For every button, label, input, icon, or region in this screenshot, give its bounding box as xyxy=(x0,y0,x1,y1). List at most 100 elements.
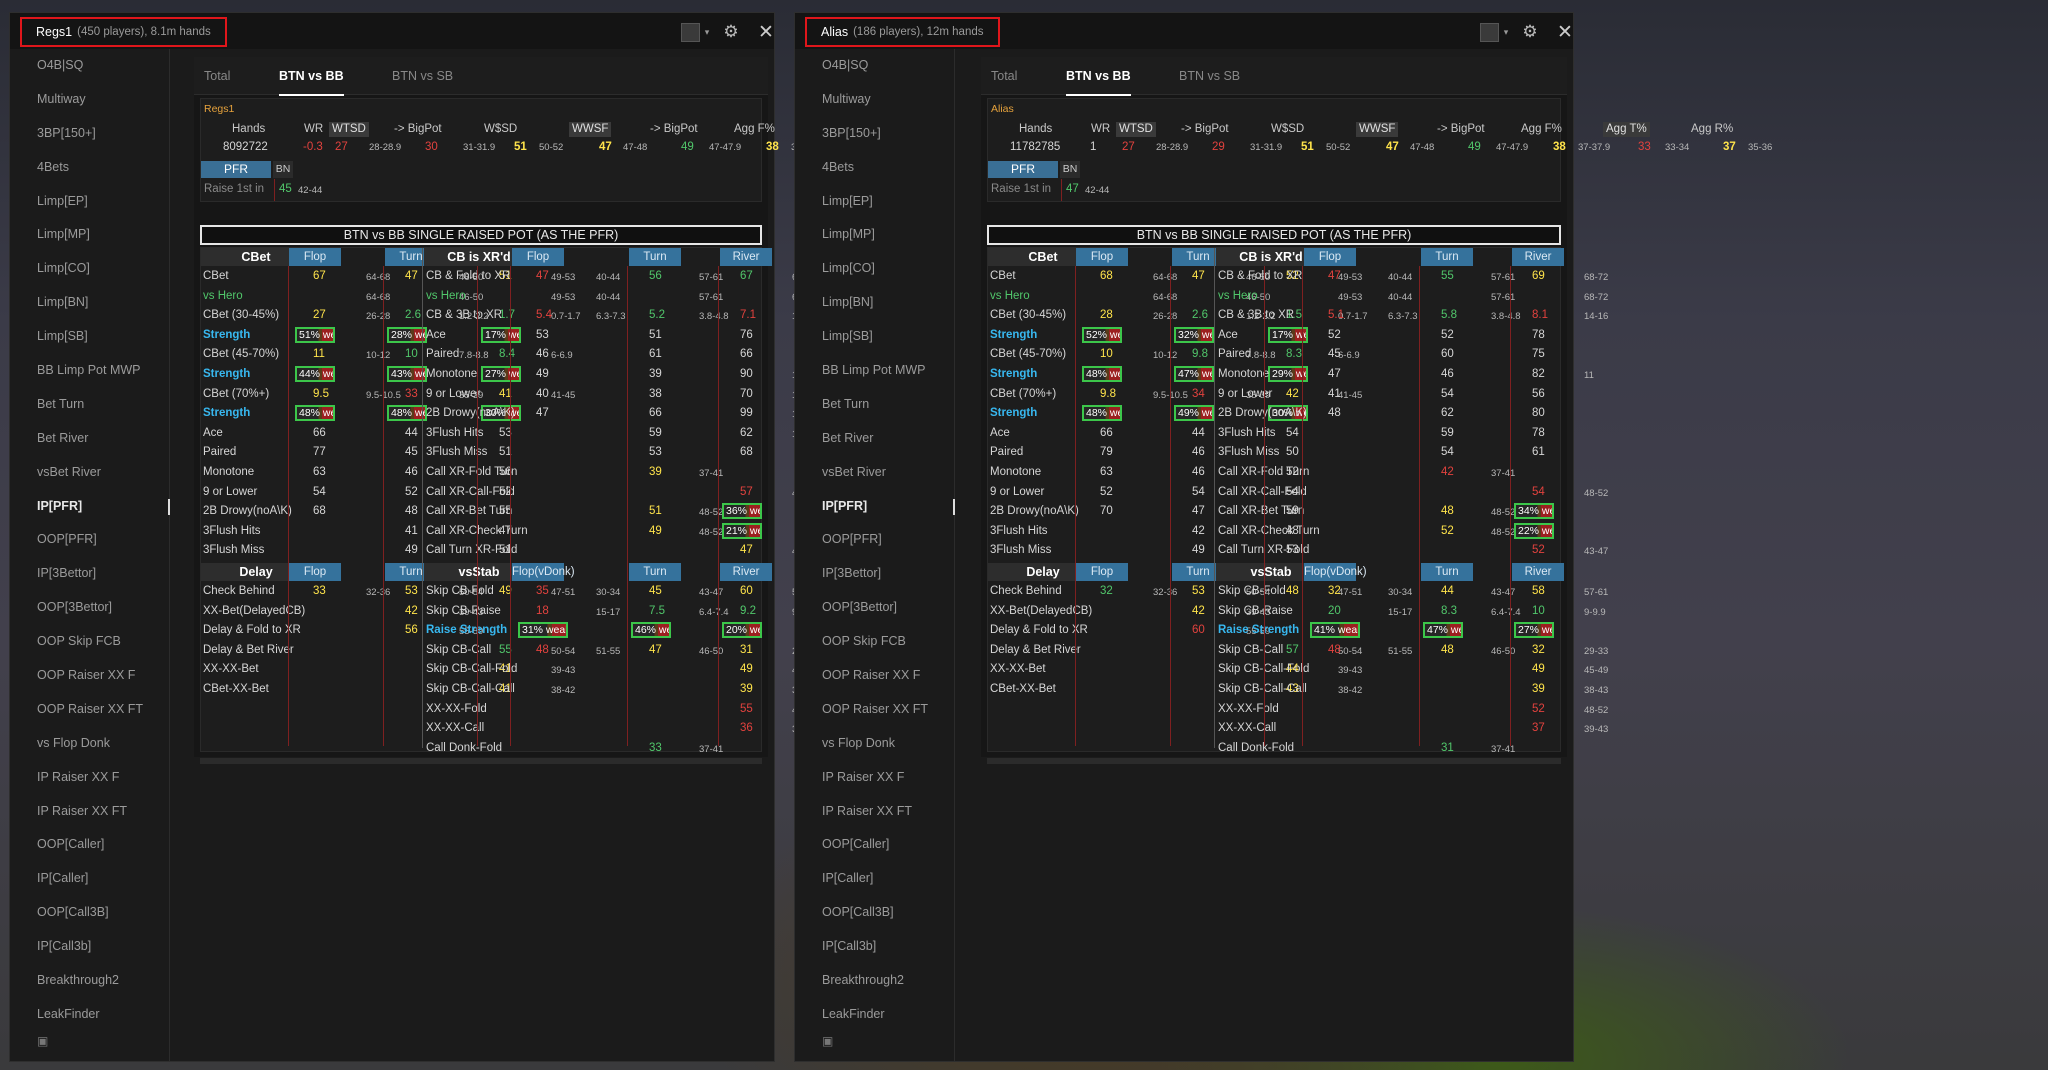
tab-total[interactable]: Total xyxy=(204,57,230,95)
panel-label: Regs1 xyxy=(204,103,235,115)
sidebar-item[interactable]: OOP[Call3B] xyxy=(10,896,169,930)
row-label: CBet-XX-Bet xyxy=(990,683,1056,695)
tab-btn-vs-sb[interactable]: BTN vs SB xyxy=(392,57,453,95)
window-titlebar[interactable]: Regs1 (450 players), 8.1m hands ▾ ⚙ ✕ xyxy=(10,13,774,49)
sidebar-item[interactable]: vs Flop Donk xyxy=(10,727,169,761)
sidebar-item[interactable]: IP Raiser XX FT xyxy=(10,795,169,829)
sidebar-item[interactable]: vsBet River xyxy=(795,456,954,490)
color-swatch[interactable] xyxy=(1480,22,1499,42)
sidebar-item[interactable]: LeakFinder xyxy=(10,998,169,1032)
image-icon[interactable]: ▣ xyxy=(10,1034,169,1048)
range-value: 40-44 xyxy=(1388,291,1413,303)
horizontal-scrollbar[interactable] xyxy=(987,758,1561,764)
row-label: Call Turn XR-Fold xyxy=(426,544,518,557)
sidebar-item[interactable]: Bet River xyxy=(795,422,954,456)
sidebar-item[interactable]: Limp[CO] xyxy=(10,252,169,286)
sidebar-item[interactable]: IP[Caller] xyxy=(10,862,169,896)
sidebar-item[interactable]: OOP[3Bettor] xyxy=(795,591,954,625)
stat-value: 61 xyxy=(649,348,662,361)
sidebar-item[interactable]: vsBet River xyxy=(10,456,169,490)
sidebar-item[interactable]: OOP[3Bettor] xyxy=(10,591,169,625)
sidebar-item[interactable]: 4Bets xyxy=(795,151,954,185)
sidebar-item[interactable]: Limp[MP] xyxy=(10,218,169,252)
sidebar-item[interactable]: OOP[PFR] xyxy=(795,523,954,557)
row-label: 9 or Lower xyxy=(426,387,481,400)
sidebar-item[interactable]: LeakFinder xyxy=(795,998,954,1032)
sidebar-item[interactable]: OOP[PFR] xyxy=(10,523,169,557)
sidebar-item[interactable]: IP Raiser XX F xyxy=(795,761,954,795)
sidebar-item[interactable]: OOP Raiser XX F xyxy=(10,659,169,693)
row-label: 2B Drowy(noA\K) xyxy=(426,407,515,420)
block-divider xyxy=(422,248,423,748)
sidebar-item[interactable]: Limp[SB] xyxy=(10,320,169,354)
range-value: 50-54 xyxy=(551,645,576,657)
sidebar-item[interactable]: Bet Turn xyxy=(10,388,169,422)
row-label: Paired xyxy=(203,446,237,459)
sidebar-item[interactable]: OOP Raiser XX FT xyxy=(10,693,169,727)
row-label: Skip CB-Call-Fold xyxy=(426,663,518,676)
sidebar-item[interactable]: OOP[Call3B] xyxy=(795,896,954,930)
sidebar-item[interactable]: 4Bets xyxy=(10,151,169,185)
gear-icon[interactable]: ⚙ xyxy=(1513,22,1547,42)
caret-down-icon[interactable]: ▾ xyxy=(700,27,714,38)
sidebar-item[interactable]: Breakthrough2 xyxy=(10,964,169,998)
sidebar-item[interactable]: Limp[BN] xyxy=(795,286,954,320)
sidebar-item[interactable]: BB Limp Pot MWP xyxy=(10,354,169,388)
sidebar-item[interactable]: IP[Call3b] xyxy=(10,930,169,964)
sidebar-item[interactable]: OOP Skip FCB xyxy=(795,625,954,659)
sidebar-item[interactable]: IP[PFR] xyxy=(10,490,170,524)
sidebar-item[interactable]: Breakthrough2 xyxy=(795,964,954,998)
sidebar-item[interactable]: 3BP[150+] xyxy=(10,117,169,151)
horizontal-scrollbar[interactable] xyxy=(200,758,762,764)
header-wwsf: WWSF xyxy=(1356,122,1399,137)
tab-total[interactable]: Total xyxy=(991,57,1017,95)
vsstab-flop-header: Flop(vDonk) xyxy=(1304,563,1367,581)
sidebar-item[interactable]: Limp[SB] xyxy=(795,320,954,354)
sidebar-item[interactable]: IP[3Bettor] xyxy=(10,557,169,591)
caret-down-icon[interactable]: ▾ xyxy=(1499,27,1513,38)
color-swatch[interactable] xyxy=(681,22,700,42)
close-icon[interactable]: ✕ xyxy=(748,21,784,44)
close-icon[interactable]: ✕ xyxy=(1547,21,1583,44)
sidebar-item[interactable]: Multiway xyxy=(795,83,954,117)
tab-btn-vs-sb[interactable]: BTN vs SB xyxy=(1179,57,1240,95)
sidebar-item[interactable]: OOP Skip FCB xyxy=(10,625,169,659)
stat-value: 45 xyxy=(649,585,662,597)
sidebar-item[interactable]: vs Flop Donk xyxy=(795,727,954,761)
sidebar-item[interactable]: 3BP[150+] xyxy=(795,117,954,151)
stat-value: 46 xyxy=(1441,368,1454,380)
sidebar-item[interactable]: Multiway xyxy=(10,83,169,117)
tab-btn-vs-bb[interactable]: BTN vs BB xyxy=(1066,57,1131,96)
sidebar-item[interactable]: Limp[EP] xyxy=(10,185,169,219)
sidebar-item[interactable]: IP[Call3b] xyxy=(795,930,954,964)
tab-btn-vs-bb[interactable]: BTN vs BB xyxy=(279,57,344,96)
window-titlebar[interactable]: Alias (186 players), 12m hands ▾ ⚙ ✕ xyxy=(795,13,1573,49)
sidebar-item[interactable]: OOP[Caller] xyxy=(10,828,169,862)
sidebar-item[interactable]: Bet River xyxy=(10,422,169,456)
sidebar-item[interactable]: OOP Raiser XX F xyxy=(795,659,954,693)
stat-aggt: 33 xyxy=(1638,141,1651,153)
sidebar-item[interactable]: IP[PFR] xyxy=(795,490,955,524)
strength-bar: 31% weak xyxy=(518,622,568,639)
row-label: Call XR-Bet Turn xyxy=(426,505,513,518)
sidebar-item[interactable]: IP Raiser XX F xyxy=(10,761,169,795)
image-icon[interactable]: ▣ xyxy=(795,1034,954,1048)
sidebar-item[interactable]: Limp[MP] xyxy=(795,218,954,252)
sidebar-item[interactable]: O4B|SQ xyxy=(10,49,169,83)
sidebar-item[interactable]: IP[Caller] xyxy=(795,862,954,896)
sidebar-item[interactable]: IP[3Bettor] xyxy=(795,557,954,591)
row-label: 3Flush Miss xyxy=(990,544,1052,557)
sidebar-item[interactable]: Bet Turn xyxy=(795,388,954,422)
header-bigpot: -> BigPot xyxy=(650,123,698,135)
stat-value: 52 xyxy=(1441,328,1454,341)
sidebar-item[interactable]: O4B|SQ xyxy=(795,49,954,83)
sidebar-item[interactable]: OOP Raiser XX FT xyxy=(795,693,954,727)
sidebar-item[interactable]: OOP[Caller] xyxy=(795,828,954,862)
sidebar-item[interactable]: Limp[CO] xyxy=(795,252,954,286)
sidebar-item[interactable]: Limp[EP] xyxy=(795,185,954,219)
sidebar-item[interactable]: IP Raiser XX FT xyxy=(795,795,954,829)
sidebar-item[interactable]: BB Limp Pot MWP xyxy=(795,354,954,388)
gear-icon[interactable]: ⚙ xyxy=(714,22,748,42)
stat-value: 66 xyxy=(649,407,662,420)
sidebar-item[interactable]: Limp[BN] xyxy=(10,286,169,320)
